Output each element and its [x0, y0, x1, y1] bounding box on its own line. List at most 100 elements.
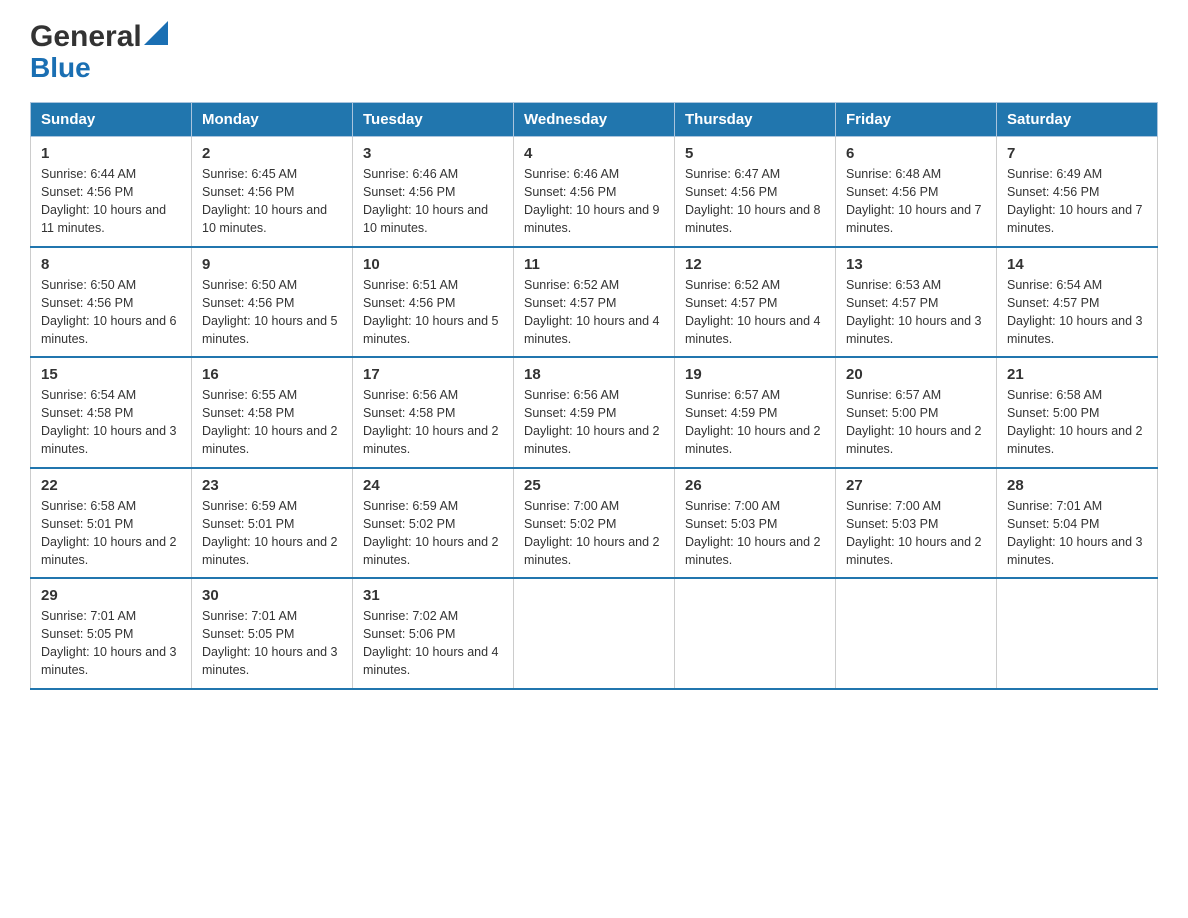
- day-info-8: Sunrise: 6:50 AMSunset: 4:56 PMDaylight:…: [41, 278, 177, 346]
- calendar-day-2: 2 Sunrise: 6:45 AMSunset: 4:56 PMDayligh…: [192, 137, 353, 247]
- weekday-header-sunday: Sunday: [31, 103, 192, 137]
- page-header: General Blue: [30, 20, 1158, 84]
- calendar-empty-4-4: [675, 578, 836, 689]
- day-number-15: 15: [41, 366, 181, 383]
- logo: General Blue: [30, 20, 168, 84]
- day-number-24: 24: [363, 477, 503, 494]
- day-number-2: 2: [202, 145, 342, 162]
- day-number-9: 9: [202, 256, 342, 273]
- day-number-31: 31: [363, 587, 503, 604]
- day-info-30: Sunrise: 7:01 AMSunset: 5:05 PMDaylight:…: [202, 609, 338, 677]
- calendar-day-29: 29 Sunrise: 7:01 AMSunset: 5:05 PMDaylig…: [31, 578, 192, 689]
- day-info-26: Sunrise: 7:00 AMSunset: 5:03 PMDaylight:…: [685, 499, 821, 567]
- day-info-14: Sunrise: 6:54 AMSunset: 4:57 PMDaylight:…: [1007, 278, 1143, 346]
- day-number-19: 19: [685, 366, 825, 383]
- calendar-day-27: 27 Sunrise: 7:00 AMSunset: 5:03 PMDaylig…: [836, 468, 997, 579]
- calendar-day-14: 14 Sunrise: 6:54 AMSunset: 4:57 PMDaylig…: [997, 247, 1158, 358]
- day-info-12: Sunrise: 6:52 AMSunset: 4:57 PMDaylight:…: [685, 278, 821, 346]
- weekday-header-thursday: Thursday: [675, 103, 836, 137]
- calendar-day-30: 30 Sunrise: 7:01 AMSunset: 5:05 PMDaylig…: [192, 578, 353, 689]
- day-number-20: 20: [846, 366, 986, 383]
- day-info-3: Sunrise: 6:46 AMSunset: 4:56 PMDaylight:…: [363, 167, 488, 235]
- calendar-day-21: 21 Sunrise: 6:58 AMSunset: 5:00 PMDaylig…: [997, 357, 1158, 468]
- day-number-23: 23: [202, 477, 342, 494]
- day-number-7: 7: [1007, 145, 1147, 162]
- day-info-9: Sunrise: 6:50 AMSunset: 4:56 PMDaylight:…: [202, 278, 338, 346]
- calendar-empty-4-5: [836, 578, 997, 689]
- calendar-day-3: 3 Sunrise: 6:46 AMSunset: 4:56 PMDayligh…: [353, 137, 514, 247]
- calendar-day-28: 28 Sunrise: 7:01 AMSunset: 5:04 PMDaylig…: [997, 468, 1158, 579]
- calendar-empty-4-3: [514, 578, 675, 689]
- calendar-week-1: 1 Sunrise: 6:44 AMSunset: 4:56 PMDayligh…: [31, 137, 1158, 247]
- day-number-29: 29: [41, 587, 181, 604]
- calendar-day-25: 25 Sunrise: 7:00 AMSunset: 5:02 PMDaylig…: [514, 468, 675, 579]
- day-number-8: 8: [41, 256, 181, 273]
- day-info-18: Sunrise: 6:56 AMSunset: 4:59 PMDaylight:…: [524, 388, 660, 456]
- day-info-24: Sunrise: 6:59 AMSunset: 5:02 PMDaylight:…: [363, 499, 499, 567]
- calendar-day-4: 4 Sunrise: 6:46 AMSunset: 4:56 PMDayligh…: [514, 137, 675, 247]
- day-number-5: 5: [685, 145, 825, 162]
- calendar-day-17: 17 Sunrise: 6:56 AMSunset: 4:58 PMDaylig…: [353, 357, 514, 468]
- day-number-11: 11: [524, 256, 664, 273]
- calendar-day-31: 31 Sunrise: 7:02 AMSunset: 5:06 PMDaylig…: [353, 578, 514, 689]
- day-info-20: Sunrise: 6:57 AMSunset: 5:00 PMDaylight:…: [846, 388, 982, 456]
- day-info-27: Sunrise: 7:00 AMSunset: 5:03 PMDaylight:…: [846, 499, 982, 567]
- calendar-day-1: 1 Sunrise: 6:44 AMSunset: 4:56 PMDayligh…: [31, 137, 192, 247]
- day-number-1: 1: [41, 145, 181, 162]
- weekday-header-wednesday: Wednesday: [514, 103, 675, 137]
- calendar-day-24: 24 Sunrise: 6:59 AMSunset: 5:02 PMDaylig…: [353, 468, 514, 579]
- day-info-17: Sunrise: 6:56 AMSunset: 4:58 PMDaylight:…: [363, 388, 499, 456]
- logo-triangle-icon: [144, 21, 168, 45]
- day-number-27: 27: [846, 477, 986, 494]
- calendar-day-22: 22 Sunrise: 6:58 AMSunset: 5:01 PMDaylig…: [31, 468, 192, 579]
- calendar-day-7: 7 Sunrise: 6:49 AMSunset: 4:56 PMDayligh…: [997, 137, 1158, 247]
- day-number-4: 4: [524, 145, 664, 162]
- logo-blue: Blue: [30, 52, 91, 84]
- calendar-week-4: 22 Sunrise: 6:58 AMSunset: 5:01 PMDaylig…: [31, 468, 1158, 579]
- day-number-3: 3: [363, 145, 503, 162]
- calendar-day-12: 12 Sunrise: 6:52 AMSunset: 4:57 PMDaylig…: [675, 247, 836, 358]
- day-info-7: Sunrise: 6:49 AMSunset: 4:56 PMDaylight:…: [1007, 167, 1143, 235]
- calendar-day-19: 19 Sunrise: 6:57 AMSunset: 4:59 PMDaylig…: [675, 357, 836, 468]
- calendar-empty-4-6: [997, 578, 1158, 689]
- day-number-10: 10: [363, 256, 503, 273]
- day-info-1: Sunrise: 6:44 AMSunset: 4:56 PMDaylight:…: [41, 167, 166, 235]
- day-info-2: Sunrise: 6:45 AMSunset: 4:56 PMDaylight:…: [202, 167, 327, 235]
- calendar-day-11: 11 Sunrise: 6:52 AMSunset: 4:57 PMDaylig…: [514, 247, 675, 358]
- day-number-30: 30: [202, 587, 342, 604]
- weekday-header-monday: Monday: [192, 103, 353, 137]
- calendar-day-10: 10 Sunrise: 6:51 AMSunset: 4:56 PMDaylig…: [353, 247, 514, 358]
- day-info-29: Sunrise: 7:01 AMSunset: 5:05 PMDaylight:…: [41, 609, 177, 677]
- day-number-18: 18: [524, 366, 664, 383]
- calendar-week-3: 15 Sunrise: 6:54 AMSunset: 4:58 PMDaylig…: [31, 357, 1158, 468]
- day-number-6: 6: [846, 145, 986, 162]
- weekday-header-tuesday: Tuesday: [353, 103, 514, 137]
- day-number-22: 22: [41, 477, 181, 494]
- day-info-10: Sunrise: 6:51 AMSunset: 4:56 PMDaylight:…: [363, 278, 499, 346]
- day-number-16: 16: [202, 366, 342, 383]
- day-info-25: Sunrise: 7:00 AMSunset: 5:02 PMDaylight:…: [524, 499, 660, 567]
- day-info-15: Sunrise: 6:54 AMSunset: 4:58 PMDaylight:…: [41, 388, 177, 456]
- calendar-day-6: 6 Sunrise: 6:48 AMSunset: 4:56 PMDayligh…: [836, 137, 997, 247]
- calendar-day-15: 15 Sunrise: 6:54 AMSunset: 4:58 PMDaylig…: [31, 357, 192, 468]
- weekday-header-row: SundayMondayTuesdayWednesdayThursdayFrid…: [31, 103, 1158, 137]
- weekday-header-friday: Friday: [836, 103, 997, 137]
- day-info-13: Sunrise: 6:53 AMSunset: 4:57 PMDaylight:…: [846, 278, 982, 346]
- calendar-day-20: 20 Sunrise: 6:57 AMSunset: 5:00 PMDaylig…: [836, 357, 997, 468]
- day-number-25: 25: [524, 477, 664, 494]
- calendar-day-26: 26 Sunrise: 7:00 AMSunset: 5:03 PMDaylig…: [675, 468, 836, 579]
- day-number-28: 28: [1007, 477, 1147, 494]
- day-info-23: Sunrise: 6:59 AMSunset: 5:01 PMDaylight:…: [202, 499, 338, 567]
- day-info-16: Sunrise: 6:55 AMSunset: 4:58 PMDaylight:…: [202, 388, 338, 456]
- day-number-14: 14: [1007, 256, 1147, 273]
- day-number-21: 21: [1007, 366, 1147, 383]
- day-info-31: Sunrise: 7:02 AMSunset: 5:06 PMDaylight:…: [363, 609, 499, 677]
- day-info-4: Sunrise: 6:46 AMSunset: 4:56 PMDaylight:…: [524, 167, 660, 235]
- calendar-day-16: 16 Sunrise: 6:55 AMSunset: 4:58 PMDaylig…: [192, 357, 353, 468]
- day-info-22: Sunrise: 6:58 AMSunset: 5:01 PMDaylight:…: [41, 499, 177, 567]
- day-info-6: Sunrise: 6:48 AMSunset: 4:56 PMDaylight:…: [846, 167, 982, 235]
- calendar-week-2: 8 Sunrise: 6:50 AMSunset: 4:56 PMDayligh…: [31, 247, 1158, 358]
- calendar-day-23: 23 Sunrise: 6:59 AMSunset: 5:01 PMDaylig…: [192, 468, 353, 579]
- calendar-table: SundayMondayTuesdayWednesdayThursdayFrid…: [30, 102, 1158, 690]
- day-info-21: Sunrise: 6:58 AMSunset: 5:00 PMDaylight:…: [1007, 388, 1143, 456]
